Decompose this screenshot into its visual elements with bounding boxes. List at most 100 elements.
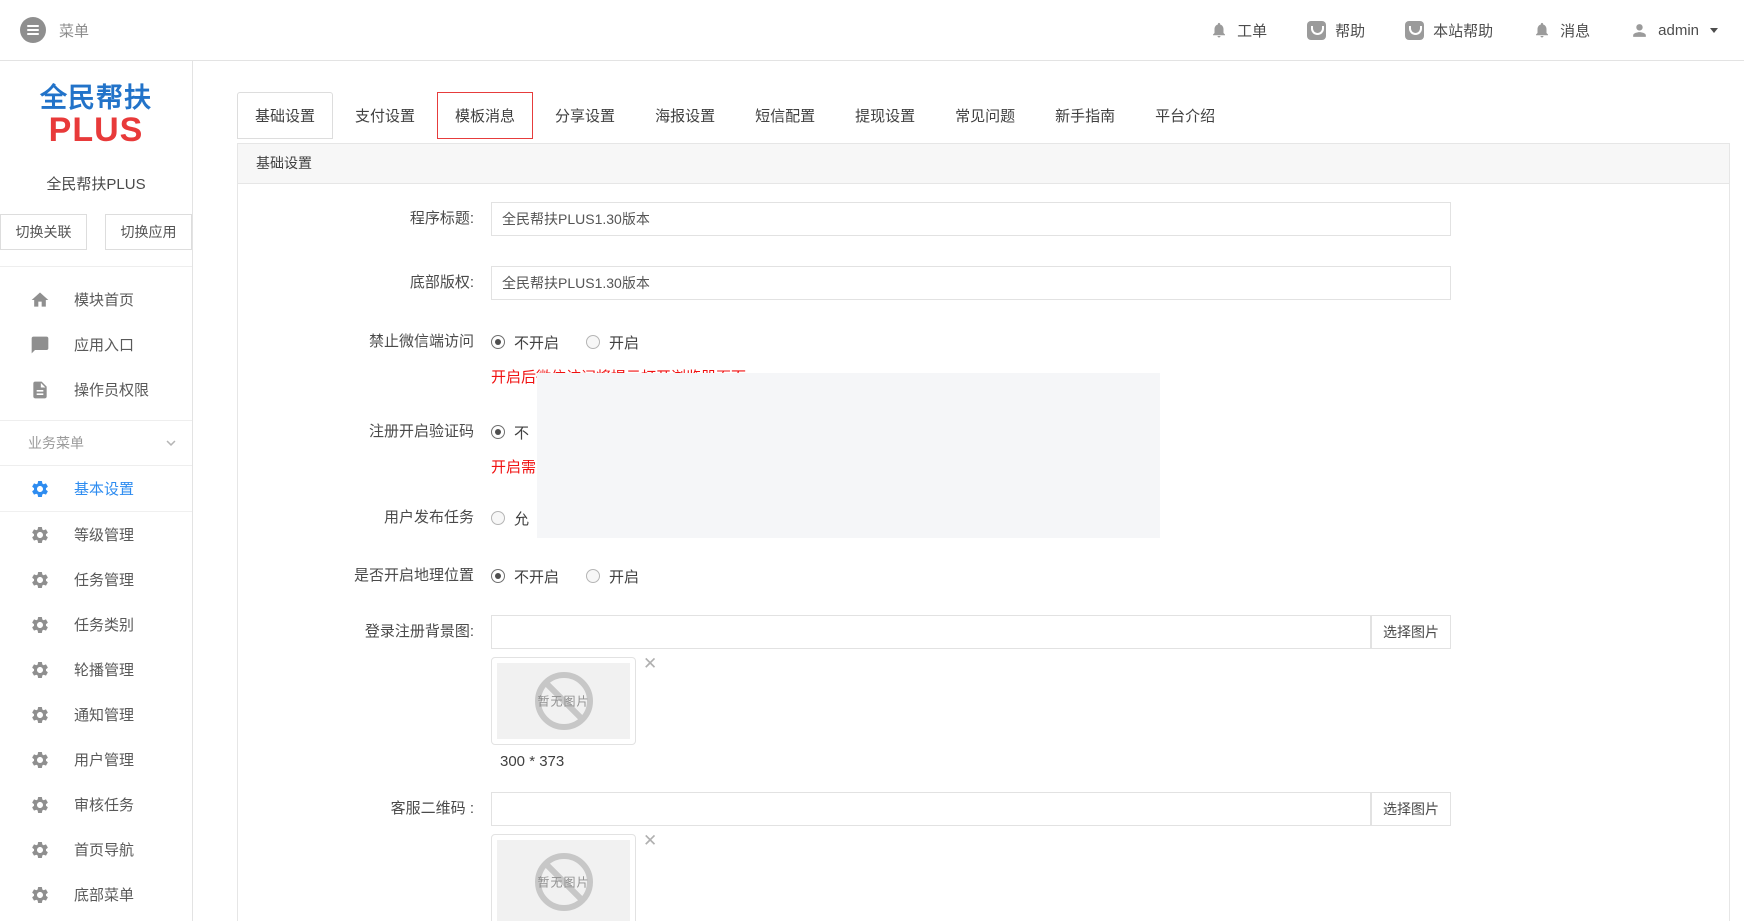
field-control bbox=[491, 266, 1451, 300]
tab-withdraw-settings[interactable]: 提现设置 bbox=[837, 92, 933, 139]
service-qrcode-input[interactable] bbox=[491, 792, 1371, 826]
sidebar-item-review-tasks[interactable]: 审核任务 bbox=[0, 782, 192, 827]
pick-image-button[interactable]: 选择图片 bbox=[1371, 615, 1451, 649]
no-image-placeholder: 暂无图片 bbox=[497, 840, 630, 921]
sidebar-item-home-navigation[interactable]: 首页导航 bbox=[0, 827, 192, 872]
sidebar-item-label: 底部菜单 bbox=[74, 884, 134, 905]
sidebar-item-user-management[interactable]: 用户管理 bbox=[0, 737, 192, 782]
user-menu[interactable]: admin bbox=[1630, 21, 1718, 40]
radio-label: 允 bbox=[514, 508, 529, 529]
radio-option[interactable]: 不 bbox=[491, 422, 529, 443]
tab-basic-settings[interactable]: 基础设置 bbox=[237, 92, 333, 139]
section-label: 业务菜单 bbox=[28, 433, 84, 453]
radio-unselected-icon[interactable] bbox=[586, 335, 600, 349]
no-image-label: 暂无图片 bbox=[537, 693, 589, 710]
remove-image-icon[interactable]: ✕ bbox=[643, 831, 657, 851]
sidebar-item-label: 首页导航 bbox=[74, 839, 134, 860]
tab-poster-settings[interactable]: 海报设置 bbox=[637, 92, 733, 139]
topbar-menu[interactable]: 菜单 bbox=[20, 17, 89, 43]
sidebar-item-notice-management[interactable]: 通知管理 bbox=[0, 692, 192, 737]
field-control: 选择图片 暂无图片 bbox=[491, 792, 1451, 921]
messages-label: 消息 bbox=[1560, 20, 1590, 41]
sidebar-item-app-entry[interactable]: 应用入口 bbox=[0, 322, 192, 367]
switch-app-button[interactable]: 切换应用 bbox=[105, 214, 192, 250]
login-bg-image-input[interactable] bbox=[491, 615, 1371, 649]
sidebar-item-label: 等级管理 bbox=[74, 524, 134, 545]
image-preview: 暂无图片 ✕ bbox=[491, 657, 671, 745]
app-logo: 全民帮扶 PLUS bbox=[0, 85, 192, 147]
panel-body: 程序标题: 底部版权: 禁止微信端访问 bbox=[238, 184, 1729, 921]
caret-down-icon bbox=[1710, 28, 1718, 33]
pick-image-button[interactable]: 选择图片 bbox=[1371, 792, 1451, 826]
sidebar-item-level-management[interactable]: 等级管理 bbox=[0, 512, 192, 557]
no-image-label: 暂无图片 bbox=[537, 873, 589, 890]
topbar-actions: 工单 帮助 本站帮助 消息 admin bbox=[1210, 20, 1718, 41]
sidebar-item-operator-permissions[interactable]: 操作员权限 bbox=[0, 367, 192, 412]
chevron-down-icon bbox=[162, 434, 180, 452]
tab-payment-settings[interactable]: 支付设置 bbox=[337, 92, 433, 139]
tab-faq[interactable]: 常见问题 bbox=[937, 92, 1033, 139]
tab-platform-intro[interactable]: 平台介绍 bbox=[1137, 92, 1233, 139]
sidebar-item-task-management[interactable]: 任务管理 bbox=[0, 557, 192, 602]
logo-line2: PLUS bbox=[0, 113, 192, 148]
comment-icon bbox=[30, 335, 50, 355]
radio-option[interactable]: 允 bbox=[491, 508, 529, 529]
app-name: 全民帮扶PLUS bbox=[0, 173, 192, 194]
field-label: 是否开启地理位置 bbox=[238, 566, 491, 586]
tab-share-settings[interactable]: 分享设置 bbox=[537, 92, 633, 139]
radio-option[interactable]: 不开启 bbox=[491, 566, 559, 587]
work-order-label: 工单 bbox=[1237, 20, 1267, 41]
field-note: 开启需 bbox=[491, 456, 536, 476]
sidebar: 全民帮扶 PLUS 全民帮扶PLUS 切换关联 切换应用 模块首页 应用入口 操… bbox=[0, 61, 193, 921]
topbar: 菜单 工单 帮助 本站帮助 消息 admin bbox=[0, 0, 1744, 61]
gear-icon bbox=[30, 570, 50, 590]
form-row: 客服二维码 : 选择图片 bbox=[238, 792, 1729, 921]
radio-label: 开启 bbox=[609, 332, 639, 353]
messages-item[interactable]: 消息 bbox=[1533, 20, 1590, 41]
field-label: 客服二维码 : bbox=[238, 792, 491, 826]
user-icon bbox=[1630, 21, 1649, 40]
radio-selected-icon[interactable] bbox=[491, 335, 505, 349]
panel-title: 基础设置 bbox=[238, 144, 1729, 184]
sidebar-item-label: 应用入口 bbox=[74, 334, 134, 355]
username: admin bbox=[1658, 22, 1699, 39]
work-order-item[interactable]: 工单 bbox=[1210, 20, 1267, 41]
field-control: 选择图片 暂无图片 bbox=[491, 615, 1451, 770]
radio-selected-icon[interactable] bbox=[491, 425, 505, 439]
radio-selected-icon[interactable] bbox=[491, 569, 505, 583]
remove-image-icon[interactable]: ✕ bbox=[643, 654, 657, 674]
help-item[interactable]: 帮助 bbox=[1307, 20, 1365, 41]
field-label: 禁止微信端访问 bbox=[238, 332, 491, 352]
site-help-item[interactable]: 本站帮助 bbox=[1405, 20, 1493, 41]
gear-icon bbox=[30, 885, 50, 905]
field-label: 用户发布任务 bbox=[238, 508, 491, 528]
gear-icon bbox=[30, 479, 50, 499]
help-label: 帮助 bbox=[1335, 20, 1365, 41]
radio-option[interactable]: 开启 bbox=[586, 566, 639, 587]
radio-option[interactable]: 不开启 bbox=[491, 332, 559, 353]
radio-group: 允 bbox=[491, 508, 529, 528]
sidebar-item-bottom-menu[interactable]: 底部菜单 bbox=[0, 872, 192, 917]
field-control: 允 bbox=[491, 508, 529, 528]
footer-copyright-input[interactable] bbox=[491, 266, 1451, 300]
sidebar-item-module-home[interactable]: 模块首页 bbox=[0, 277, 192, 322]
radio-label: 不开启 bbox=[514, 332, 559, 353]
tab-template-message[interactable]: 模板消息 bbox=[437, 92, 533, 139]
sidebar-section-business-menu[interactable]: 业务菜单 bbox=[0, 420, 192, 466]
sidebar-item-basic-settings[interactable]: 基本设置 bbox=[0, 466, 192, 511]
form-row: 是否开启地理位置 不开启 开启 bbox=[238, 566, 1729, 586]
tab-beginner-guide[interactable]: 新手指南 bbox=[1037, 92, 1133, 139]
program-title-input[interactable] bbox=[491, 202, 1451, 236]
radio-option[interactable]: 开启 bbox=[586, 332, 639, 353]
sidebar-item-label: 基本设置 bbox=[74, 478, 134, 499]
gear-icon bbox=[30, 750, 50, 770]
tab-sms-config[interactable]: 短信配置 bbox=[737, 92, 833, 139]
radio-unselected-icon[interactable] bbox=[586, 569, 600, 583]
gear-icon bbox=[30, 840, 50, 860]
sidebar-item-carousel-management[interactable]: 轮播管理 bbox=[0, 647, 192, 692]
sidebar-item-task-category[interactable]: 任务类别 bbox=[0, 602, 192, 647]
switch-association-button[interactable]: 切换关联 bbox=[0, 214, 87, 250]
home-icon bbox=[30, 290, 50, 310]
gear-icon bbox=[30, 705, 50, 725]
radio-unselected-icon[interactable] bbox=[491, 511, 505, 525]
